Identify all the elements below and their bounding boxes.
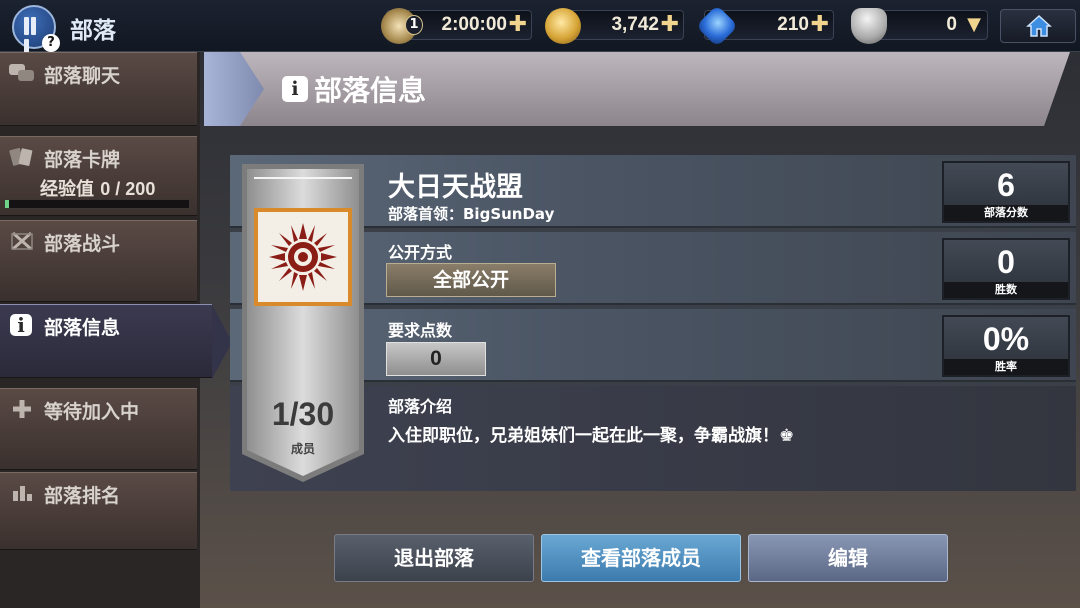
info-icon: i — [10, 314, 32, 336]
clan-score-value: 6 — [997, 167, 1015, 203]
required-points-field[interactable]: 0 — [386, 342, 486, 376]
sidebar-item-clan-cards[interactable]: 部落卡牌 经验值 0 / 200 — [0, 136, 197, 216]
clan-score-stat: 6 部落分数 — [942, 161, 1070, 223]
sidebar-item-label: 部落信息 — [44, 317, 121, 339]
top-bar: ? 部落 1 2:00:00 ✚ 3,742 ✚ 210 ✚ 0 ▼ — [0, 0, 1080, 57]
chat-bubbles-icon — [8, 62, 36, 84]
exp-value: 0 / 200 — [100, 179, 156, 199]
sidebar-item-label: 部落聊天 — [44, 65, 121, 87]
gem-resource[interactable]: 210 ✚ — [695, 4, 834, 48]
member-count: 1/30 — [271, 396, 335, 432]
win-rate-label: 胜率 — [944, 359, 1068, 375]
gem-value: 210 — [777, 14, 809, 35]
quit-clan-button[interactable]: 退出部落 — [334, 534, 534, 582]
clan-name: 大日天战盟 — [388, 172, 523, 203]
banner-bars-icon — [24, 17, 44, 57]
open-mode-select[interactable]: 全部公开 — [386, 263, 556, 297]
sidebar-item-label: 等待加入中 — [44, 401, 140, 423]
section-header: i 部落信息 — [204, 52, 1070, 126]
add-gem-plus-icon[interactable]: ✚ — [811, 12, 829, 37]
help-icon[interactable]: ? — [42, 34, 60, 52]
wins-stat: 0 胜数 — [942, 238, 1070, 300]
sidebar: 部落聊天 部落卡牌 经验值 0 / 200 部落战斗 i 部落信息 等待加入中 — [0, 52, 232, 608]
trophy-icon — [851, 8, 887, 44]
home-icon — [1026, 14, 1052, 37]
sidebar-item-label: 部落战斗 — [44, 233, 121, 255]
ranking-icon — [8, 482, 36, 504]
sidebar-item-clan-info[interactable]: i 部落信息 — [0, 304, 232, 379]
add-gold-plus-icon[interactable]: ✚ — [661, 12, 679, 37]
sun-emblem-icon — [269, 223, 337, 291]
screen-title: 部落 — [70, 18, 116, 44]
plus-icon — [8, 398, 36, 420]
clan-leader: 部落首领：BigSunDay — [388, 205, 555, 223]
exp-label-text: 经验值 — [40, 179, 94, 200]
sidebar-item-label: 部落卡牌 — [44, 149, 121, 171]
sidebar-item-clan-ranking[interactable]: 部落排名 — [0, 472, 197, 550]
exp-label: 经验值 0 / 200 — [40, 175, 155, 201]
clan-logo-icon[interactable]: ? — [12, 5, 60, 57]
clan-description: 入住即职位，兄弟姐妹们一起在此一聚，争霸战旗！♚ — [388, 426, 795, 446]
gold-coin-icon — [545, 8, 581, 44]
add-hourglass-plus-icon[interactable]: ✚ — [509, 12, 527, 37]
wins-value: 0 — [997, 244, 1015, 280]
description-label: 部落介绍 — [388, 397, 453, 416]
crossed-swords-icon — [8, 230, 36, 252]
trophy-resource[interactable]: 0 ▼ — [851, 8, 988, 44]
trophy-value: 0 — [946, 14, 957, 35]
sidebar-item-clan-chat[interactable]: 部落聊天 — [0, 52, 197, 126]
exp-progress-bar — [4, 199, 190, 209]
cards-icon — [8, 146, 36, 168]
hourglass-icon: 1 — [381, 8, 423, 44]
required-points-label: 要求点数 — [388, 321, 453, 340]
sidebar-item-label: 部落排名 — [44, 485, 121, 507]
hourglass-resource[interactable]: 1 2:00:00 ✚ — [381, 8, 532, 44]
sidebar-item-pending-join[interactable]: 等待加入中 — [0, 388, 197, 470]
hourglass-value: 2:00:00 — [441, 14, 508, 35]
hourglass-count-badge: 1 — [405, 15, 423, 35]
exp-progress-fill — [5, 200, 9, 208]
view-members-button[interactable]: 查看部落成员 — [541, 534, 741, 582]
blue-gem-icon — [695, 4, 739, 48]
gold-resource[interactable]: 3,742 ✚ — [545, 8, 684, 44]
chevron-down-icon[interactable]: ▼ — [967, 14, 981, 35]
win-rate-value: 0% — [982, 321, 1030, 357]
win-rate-stat: 0% 胜率 — [942, 315, 1070, 377]
info-icon: i — [282, 76, 308, 102]
header-notch — [204, 52, 264, 126]
wins-label: 胜数 — [944, 282, 1068, 298]
member-label: 成员 — [290, 442, 315, 456]
edit-button[interactable]: 编辑 — [748, 534, 948, 582]
open-mode-label: 公开方式 — [388, 243, 453, 262]
sidebar-item-clan-battle[interactable]: 部落战斗 — [0, 220, 197, 302]
clan-emblem — [254, 208, 352, 306]
clan-banner: 1/30 成员 — [240, 164, 366, 484]
page-title: 部落信息 — [314, 74, 427, 107]
gold-value: 3,742 — [611, 14, 659, 35]
home-button[interactable] — [1000, 9, 1076, 43]
clan-score-label: 部落分数 — [944, 205, 1068, 221]
